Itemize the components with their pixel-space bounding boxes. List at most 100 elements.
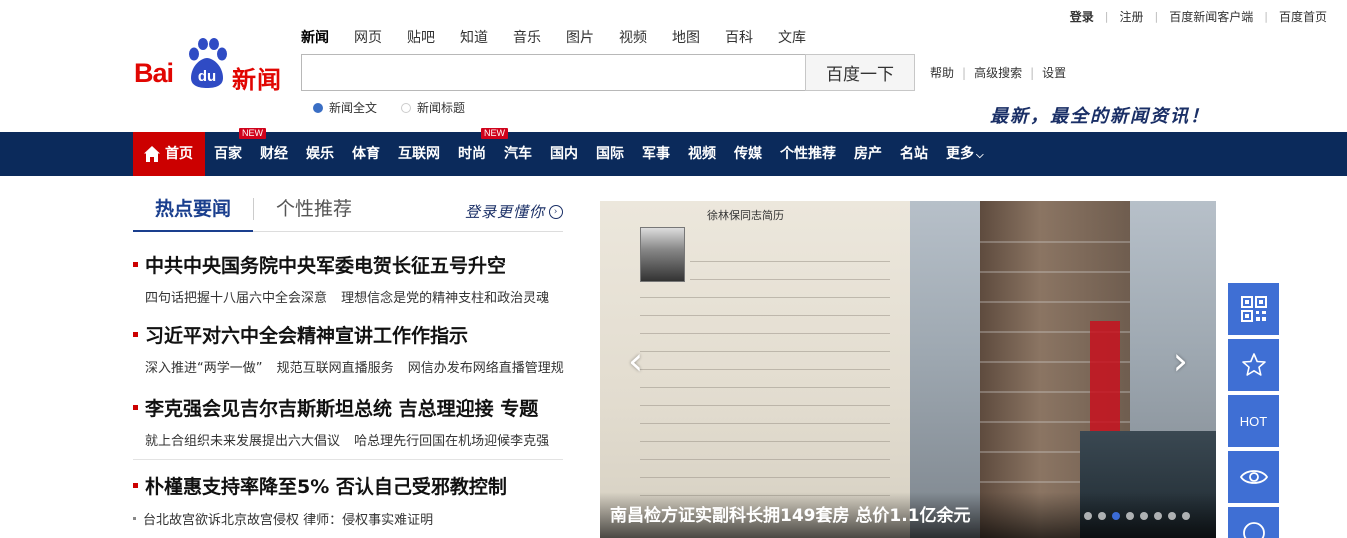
- search-button[interactable]: 百度一下: [805, 54, 915, 91]
- search-tab-map[interactable]: 地图: [672, 27, 700, 47]
- headline-text: 中共中央国务院中央军委电贺长征五号升空: [145, 255, 507, 277]
- search-tab-web[interactable]: 网页: [354, 27, 382, 47]
- circle-icon: [1242, 522, 1265, 538]
- headline-block: 中共中央国务院中央军委电贺长征五号升空 四句话把握十八届六中全会深意 理想信念是…: [133, 251, 563, 306]
- login-more-label: 登录更懂你: [464, 203, 545, 221]
- headline-text: 朴槿惠支持率降至5% 否认自己受邪教控制: [145, 476, 507, 498]
- feedback-button[interactable]: [1228, 507, 1279, 538]
- list-item[interactable]: 台北故宫欲诉北京故宫侵权 律师：侵权事实难证明: [133, 509, 433, 528]
- sub-headline-link[interactable]: 哈总理先行回国在机场迎候李克强: [354, 434, 549, 449]
- side-toolbar: HOT: [1228, 283, 1279, 538]
- tab-hot-news[interactable]: 热点要闻: [133, 195, 254, 232]
- sub-headlines: 深入推进“两学一做” 规范互联网直播服务 网信办发布网络直播管理规: [133, 357, 564, 376]
- carousel-dot[interactable]: [1182, 512, 1190, 520]
- radio-title-only[interactable]: 新闻标题: [401, 99, 465, 116]
- search-tab-images[interactable]: 图片: [566, 27, 594, 47]
- nav-internet[interactable]: 互联网: [389, 132, 449, 176]
- search-tab-tieba[interactable]: 贴吧: [407, 27, 435, 47]
- nav-media[interactable]: 传媒: [725, 132, 771, 176]
- nav-sites[interactable]: 名站: [891, 132, 937, 176]
- radio-full-text-label: 新闻全文: [329, 101, 378, 115]
- register-link[interactable]: 注册: [1120, 8, 1144, 25]
- chevron-down-icon: ⌵: [976, 150, 984, 161]
- carousel-prev-icon[interactable]: ‹: [628, 339, 643, 383]
- sub-headlines: 四句话把握十八届六中全会深意 理想信念是党的精神支柱和政治灵魂: [133, 287, 563, 306]
- carousel-next-icon[interactable]: ›: [1173, 339, 1188, 383]
- carousel-dot[interactable]: [1154, 512, 1162, 520]
- eye-icon: [1239, 470, 1268, 484]
- image-carousel[interactable]: 徐林保同志简历 ‹ › 南昌检方证实副科长拥149套房 总价1.1亿余元: [600, 201, 1216, 538]
- radio-full-text[interactable]: 新闻全文: [313, 99, 377, 116]
- headline-block: 李克强会见吉尔吉斯斯坦总统 吉总理迎接 专题 就上合组织未来发展提出六大倡议 哈…: [133, 394, 563, 449]
- nav-realestate[interactable]: 房产: [845, 132, 891, 176]
- carousel-caption[interactable]: 南昌检方证实副科长拥149套房 总价1.1亿余元: [610, 501, 971, 526]
- nav-more[interactable]: 更多 ⌵: [937, 132, 993, 176]
- search-tab-news[interactable]: 新闻: [301, 27, 329, 47]
- carousel-dot-active[interactable]: [1112, 512, 1120, 520]
- nav-international[interactable]: 国际: [587, 132, 633, 176]
- nav-home[interactable]: 首页: [133, 132, 205, 176]
- advanced-search-link[interactable]: 高级搜索: [974, 64, 1022, 81]
- bullet-icon: [133, 517, 136, 520]
- settings-link[interactable]: 设置: [1042, 64, 1066, 81]
- nav-auto[interactable]: 汽车: [495, 132, 541, 176]
- sub-headline-link[interactable]: 四句话把握十八届六中全会深意: [145, 291, 327, 306]
- baidu-news-logo[interactable]: Bai du 新闻: [134, 38, 289, 94]
- login-more-link[interactable]: 登录更懂你 ›: [465, 201, 563, 222]
- headline-text: 习近平对六中全会精神宣讲工作作指示: [145, 325, 469, 347]
- nav-video[interactable]: 视频: [679, 132, 725, 176]
- carousel-dot[interactable]: [1098, 512, 1106, 520]
- logo-du-text: du: [198, 68, 216, 85]
- carousel-dots: [1078, 512, 1190, 520]
- bullet-icon: [133, 405, 138, 410]
- headline[interactable]: 中共中央国务院中央军委电贺长征五号升空: [133, 251, 563, 278]
- bullet-icon: [133, 483, 138, 488]
- nav-finance[interactable]: 财经: [251, 132, 297, 176]
- search-tab-zhidao[interactable]: 知道: [460, 27, 488, 47]
- carousel-dot[interactable]: [1084, 512, 1092, 520]
- client-link[interactable]: 百度新闻客户端: [1169, 8, 1253, 25]
- radio-title-only-label: 新闻标题: [417, 101, 466, 115]
- nav-domestic[interactable]: 国内: [541, 132, 587, 176]
- headline[interactable]: 朴槿惠支持率降至5% 否认自己受邪教控制: [133, 472, 563, 499]
- search-tab-baike[interactable]: 百科: [725, 27, 753, 47]
- headline[interactable]: 习近平对六中全会精神宣讲工作作指示: [133, 321, 563, 348]
- baidu-home-link[interactable]: 百度首页: [1279, 8, 1327, 25]
- headline[interactable]: 李克强会见吉尔吉斯斯坦总统 吉总理迎接 专题: [133, 394, 563, 421]
- nav-military[interactable]: 军事: [633, 132, 679, 176]
- bullet-icon: [133, 262, 138, 267]
- nav-sports[interactable]: 体育: [343, 132, 389, 176]
- carousel-dot[interactable]: [1140, 512, 1148, 520]
- nav-fashion[interactable]: 时尚 NEW: [449, 128, 508, 176]
- carousel-dot[interactable]: [1168, 512, 1176, 520]
- logo-suffix-text: 新闻: [232, 66, 282, 94]
- search-tab-wenku[interactable]: 文库: [778, 27, 806, 47]
- top-links: 登录 | 注册 | 百度新闻客户端 | 百度首页: [1069, 8, 1327, 25]
- search-tab-video[interactable]: 视频: [619, 27, 647, 47]
- nav-fashion-label: 时尚: [458, 146, 486, 162]
- hot-button[interactable]: HOT: [1228, 395, 1279, 447]
- qr-code-button[interactable]: [1228, 283, 1279, 335]
- nav-personal[interactable]: 个性推荐: [771, 132, 845, 176]
- tab-personal[interactable]: 个性推荐: [254, 195, 374, 232]
- favorite-button[interactable]: [1228, 339, 1279, 391]
- home-icon: [144, 146, 160, 162]
- search-tab-music[interactable]: 音乐: [513, 27, 541, 47]
- login-link[interactable]: 登录: [1070, 8, 1094, 25]
- nav-baijia[interactable]: 百家 NEW: [205, 128, 266, 176]
- view-button[interactable]: [1228, 451, 1279, 503]
- search-category-tabs: 新闻 网页 贴吧 知道 音乐 图片 视频 地图 百科 文库: [301, 27, 831, 47]
- sub-headline-link[interactable]: 理想信念是党的精神支柱和政治灵魂: [341, 291, 549, 306]
- help-link[interactable]: 帮助: [930, 64, 954, 81]
- sub-headline-link[interactable]: 深入推进“两学一做”: [145, 361, 262, 376]
- qr-code-icon: [1240, 296, 1267, 322]
- sub-headline-link[interactable]: 就上合组织未来发展提出六大倡议: [145, 434, 340, 449]
- paw-icon: du: [189, 38, 227, 88]
- carousel-dot[interactable]: [1126, 512, 1134, 520]
- sub-headline-link[interactable]: 规范互联网直播服务: [277, 361, 394, 376]
- headline-text: 李克强会见吉尔吉斯斯坦总统 吉总理迎接 专题: [145, 398, 539, 420]
- search-input[interactable]: [301, 54, 806, 91]
- radio-checked-icon: [313, 102, 323, 113]
- sub-headline-link[interactable]: 网信办发布网络直播管理规: [408, 361, 564, 376]
- nav-entertainment[interactable]: 娱乐: [297, 132, 343, 176]
